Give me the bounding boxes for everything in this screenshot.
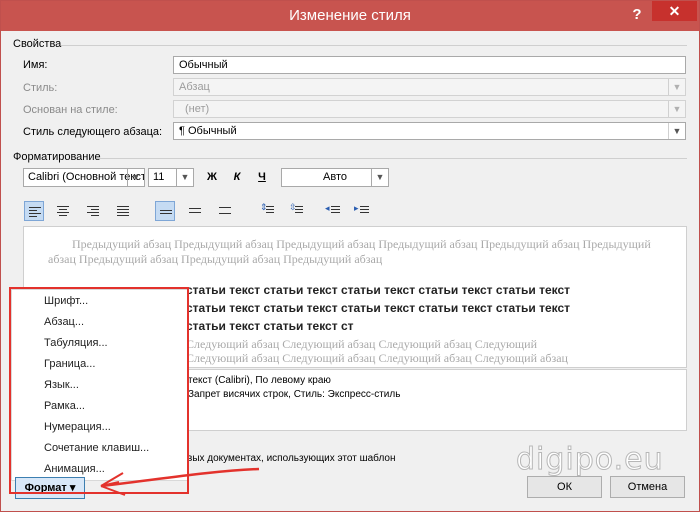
red-arrow-annotation — [100, 467, 260, 496]
modify-style-dialog: Изменение стиля ? ✕ Свойства Имя: Обычны… — [0, 0, 700, 512]
